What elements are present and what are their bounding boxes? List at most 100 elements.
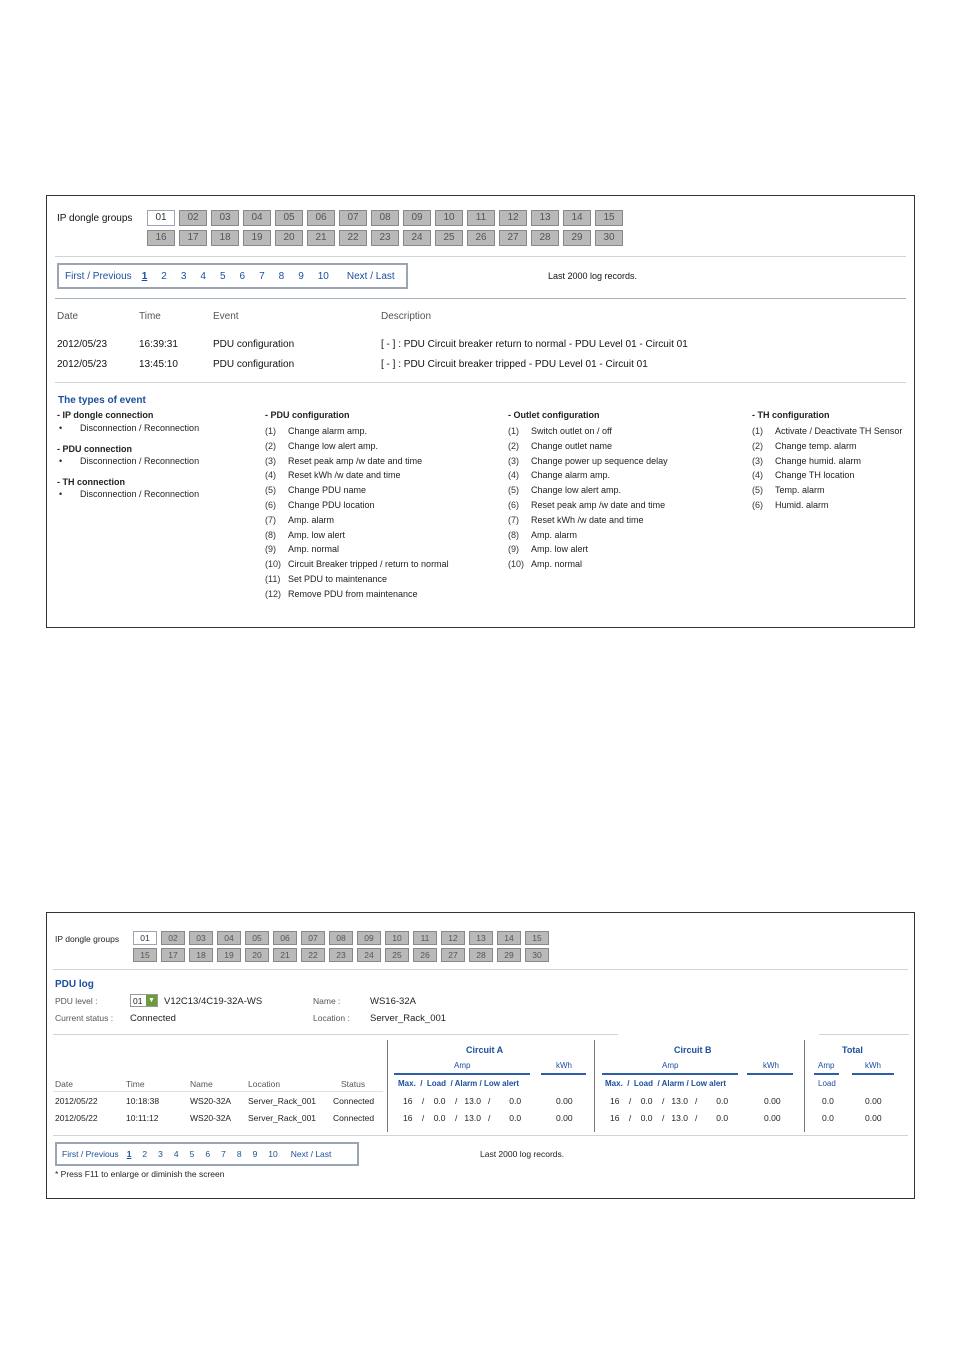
next-last-link[interactable]: Next / Last: [347, 271, 395, 282]
group-button-26[interactable]: 26: [467, 230, 495, 246]
group-button-08[interactable]: 08: [371, 210, 399, 226]
group-button-03[interactable]: 03: [189, 931, 213, 945]
group-button-02[interactable]: 02: [179, 210, 207, 226]
page-link-4[interactable]: 4: [174, 1149, 179, 1159]
group-button-21[interactable]: 21: [307, 230, 335, 246]
page-link-9[interactable]: 9: [298, 271, 304, 282]
pdu-model: V12C13/4C19-32A-WS: [164, 996, 263, 1007]
group-button-03[interactable]: 03: [211, 210, 239, 226]
groups-label: IP dongle groups: [57, 213, 133, 224]
page-link-3[interactable]: 3: [158, 1149, 163, 1159]
group-button-18[interactable]: 18: [211, 230, 239, 246]
group-button-15[interactable]: 15: [595, 210, 623, 226]
group-button-11[interactable]: 11: [467, 210, 495, 226]
group-button-15[interactable]: 15: [133, 948, 157, 962]
group-button-07[interactable]: 07: [301, 931, 325, 945]
group-button-12[interactable]: 12: [441, 931, 465, 945]
group-button-10[interactable]: 10: [435, 210, 463, 226]
page-link-7[interactable]: 7: [221, 1149, 226, 1159]
group-button-08[interactable]: 08: [329, 931, 353, 945]
page-link-9[interactable]: 9: [253, 1149, 258, 1159]
group-button-11[interactable]: 11: [413, 931, 437, 945]
group-button-04[interactable]: 04: [243, 210, 271, 226]
next-last-link[interactable]: Next / Last: [291, 1149, 332, 1159]
group-button-13[interactable]: 13: [531, 210, 559, 226]
group-button-30[interactable]: 30: [525, 948, 549, 962]
cell-t-load: 0.0: [822, 1113, 834, 1123]
group-button-17[interactable]: 17: [161, 948, 185, 962]
page-link-4[interactable]: 4: [200, 271, 206, 282]
first-previous-link[interactable]: First / Previous: [65, 271, 132, 282]
event-type-label: Change power up sequence delay: [531, 455, 668, 466]
group-button-12[interactable]: 12: [499, 210, 527, 226]
page-link-3[interactable]: 3: [181, 271, 187, 282]
group-button-28[interactable]: 28: [531, 230, 559, 246]
page-link-5[interactable]: 5: [220, 271, 226, 282]
group-button-20[interactable]: 20: [245, 948, 269, 962]
group-button-05[interactable]: 05: [275, 210, 303, 226]
group-button-28[interactable]: 28: [469, 948, 493, 962]
group-button-21[interactable]: 21: [273, 948, 297, 962]
page-link-5[interactable]: 5: [190, 1149, 195, 1159]
page-link-6[interactable]: 6: [205, 1149, 210, 1159]
group-button-23[interactable]: 23: [329, 948, 353, 962]
page-link-2[interactable]: 2: [142, 1149, 147, 1159]
group-button-10[interactable]: 10: [385, 931, 409, 945]
page-link-8[interactable]: 8: [279, 271, 285, 282]
first-previous-link[interactable]: First / Previous: [62, 1149, 119, 1159]
cell-location: Server_Rack_001: [248, 1096, 317, 1106]
page-link-2[interactable]: 2: [161, 271, 167, 282]
group-button-29[interactable]: 29: [497, 948, 521, 962]
group-button-18[interactable]: 18: [189, 948, 213, 962]
page-link-1[interactable]: 1: [142, 271, 148, 282]
group-button-23[interactable]: 23: [371, 230, 399, 246]
group-button-19[interactable]: 19: [217, 948, 241, 962]
pdu-level-select[interactable]: 01 ▼: [130, 994, 158, 1007]
group-button-14[interactable]: 14: [497, 931, 521, 945]
group-button-01[interactable]: 01: [147, 210, 175, 226]
row1-description: [ - ] : PDU Circuit breaker return to no…: [381, 339, 688, 350]
group-button-20[interactable]: 20: [275, 230, 303, 246]
group-button-25[interactable]: 25: [385, 948, 409, 962]
pagination: First / Previous 1 2 3 4 5 6 7 8 9 10 Next / Last: [57, 263, 408, 289]
total-amp: Amp: [818, 1061, 835, 1070]
group-button-30[interactable]: 30: [595, 230, 623, 246]
page-link-10[interactable]: 10: [268, 1149, 277, 1159]
group-button-01[interactable]: 01: [133, 931, 157, 945]
name-label: Name :: [313, 996, 341, 1006]
group-button-13[interactable]: 13: [469, 931, 493, 945]
group-button-07[interactable]: 07: [339, 210, 367, 226]
event-type-label: Activate / Deactivate TH Sensor: [775, 426, 903, 436]
group-button-06[interactable]: 06: [273, 931, 297, 945]
page-link-8[interactable]: 8: [237, 1149, 242, 1159]
group-button-22[interactable]: 22: [339, 230, 367, 246]
group-button-22[interactable]: 22: [301, 948, 325, 962]
event-type-number: (6): [508, 499, 519, 510]
group-button-09[interactable]: 09: [357, 931, 381, 945]
group-button-24[interactable]: 24: [357, 948, 381, 962]
page-link-7[interactable]: 7: [259, 271, 265, 282]
event-type-item: (4) Change TH location: [752, 468, 902, 483]
group-button-25[interactable]: 25: [435, 230, 463, 246]
page-link-1[interactable]: 1: [127, 1149, 132, 1159]
group-button-26[interactable]: 26: [413, 948, 437, 962]
pdu-level-label: PDU level :: [55, 996, 98, 1006]
group-button-29[interactable]: 29: [563, 230, 591, 246]
group-button-04[interactable]: 04: [217, 931, 241, 945]
separator-a: [387, 1040, 388, 1132]
group-button-14[interactable]: 14: [563, 210, 591, 226]
group-button-17[interactable]: 17: [179, 230, 207, 246]
page-link-10[interactable]: 10: [318, 271, 329, 282]
group-button-02[interactable]: 02: [161, 931, 185, 945]
event-type-number: (1): [752, 426, 763, 436]
group-button-15[interactable]: 15: [525, 931, 549, 945]
group-button-19[interactable]: 19: [243, 230, 271, 246]
group-button-27[interactable]: 27: [499, 230, 527, 246]
group-button-16[interactable]: 16: [147, 230, 175, 246]
group-button-27[interactable]: 27: [441, 948, 465, 962]
group-button-24[interactable]: 24: [403, 230, 431, 246]
page-link-6[interactable]: 6: [240, 271, 246, 282]
group-button-09[interactable]: 09: [403, 210, 431, 226]
group-button-06[interactable]: 06: [307, 210, 335, 226]
group-button-05[interactable]: 05: [245, 931, 269, 945]
